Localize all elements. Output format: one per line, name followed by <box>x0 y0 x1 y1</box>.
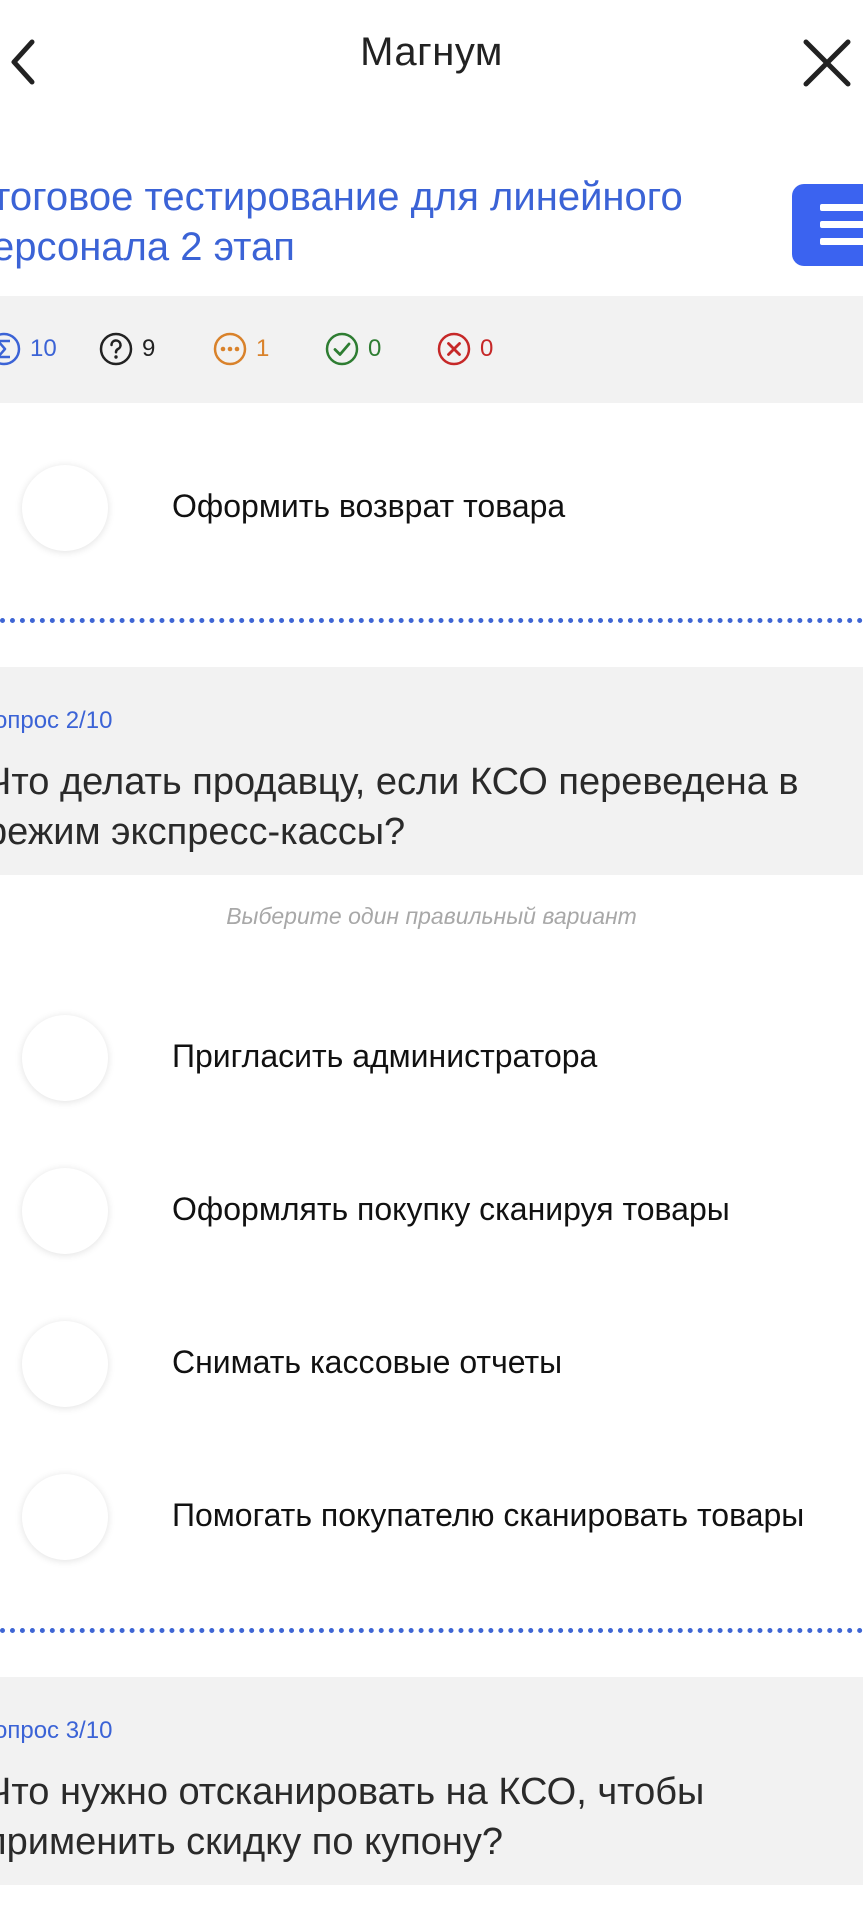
stat-total-value: 10 <box>30 335 57 362</box>
option-radio[interactable] <box>22 1168 108 1254</box>
question-block: опрос 3/10 Что нужно отсканировать на КС… <box>0 1677 863 1885</box>
option-radio[interactable] <box>22 465 108 551</box>
option-label[interactable]: Оформить возврат товара <box>172 488 565 525</box>
option-radio[interactable] <box>22 1474 108 1560</box>
option-label[interactable]: Оформлять покупку сканируя товары <box>172 1191 730 1228</box>
stat-total: 10 <box>0 330 57 368</box>
stat-correct: 0 <box>324 330 381 368</box>
sigma-icon <box>0 332 21 366</box>
question-number: опрос 2/10 <box>0 707 113 734</box>
stat-unanswered: 9 <box>98 330 155 368</box>
divider <box>0 1628 863 1633</box>
option-label[interactable]: Помогать покупателю сканировать товары <box>172 1497 804 1534</box>
menu-button[interactable] <box>792 184 863 266</box>
option-label[interactable]: Пригласить администратора <box>172 1038 597 1075</box>
answer-hint: Выберите один правильный вариант <box>226 903 637 929</box>
option-radio[interactable] <box>22 1015 108 1101</box>
question-icon <box>99 332 133 366</box>
x-circle-icon <box>437 332 471 366</box>
more-icon <box>213 332 247 366</box>
stat-wrong: 0 <box>436 330 493 368</box>
page-title: Магнум <box>360 30 503 74</box>
stats-strip: 10 9 1 0 0 <box>0 296 863 403</box>
test-title: тоговое тестирование для линейного ерсон… <box>0 175 683 269</box>
option-label[interactable]: Снимать кассовые отчеты <box>172 1344 562 1381</box>
question-block: опрос 2/10 Что делать продавцу, если КСО… <box>0 667 863 875</box>
question-text: Что делать продавцу, если КСО переведена… <box>0 761 799 853</box>
question-number: опрос 3/10 <box>0 1717 113 1744</box>
stat-in-progress: 1 <box>212 330 269 368</box>
divider <box>0 618 863 623</box>
stat-wrong-value: 0 <box>480 335 494 362</box>
stat-in-progress-value: 1 <box>256 335 270 362</box>
close-icon[interactable] <box>800 36 854 90</box>
check-icon <box>325 332 359 366</box>
question-text: Что нужно отсканировать на КСО, чтобы пр… <box>0 1771 705 1863</box>
stat-correct-value: 0 <box>368 335 382 362</box>
menu-icon <box>820 204 863 211</box>
option-radio[interactable] <box>22 1321 108 1407</box>
stat-unanswered-value: 9 <box>142 335 156 362</box>
